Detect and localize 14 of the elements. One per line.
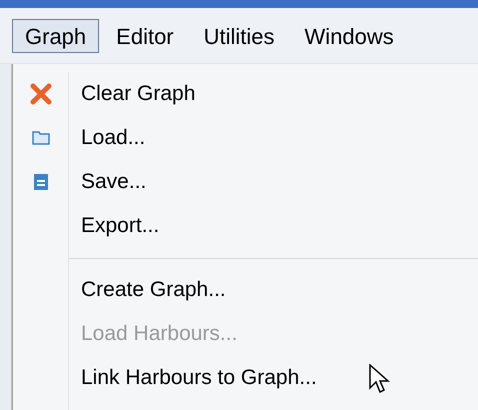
folder-icon bbox=[32, 131, 50, 145]
menu-item[interactable]: Save... bbox=[81, 166, 146, 198]
menu-item[interactable]: Export... bbox=[81, 210, 160, 242]
cross-icon bbox=[30, 83, 52, 105]
save-icon bbox=[32, 173, 48, 191]
menu-item[interactable]: Create Graph... bbox=[81, 274, 226, 306]
menu-item[interactable]: Clear Graph bbox=[81, 78, 196, 110]
mouse-cursor-icon bbox=[369, 364, 391, 394]
menu-item[interactable]: Load... bbox=[81, 122, 146, 154]
menu-bar-item[interactable]: Utilities bbox=[190, 18, 288, 52]
menu-bar-item[interactable]: Windows bbox=[292, 18, 407, 52]
menu-item[interactable]: Link Harbours to Graph... bbox=[81, 362, 317, 394]
menu-bar-item[interactable]: Graph bbox=[12, 18, 100, 52]
menu-bar-item[interactable]: Editor bbox=[103, 18, 187, 52]
